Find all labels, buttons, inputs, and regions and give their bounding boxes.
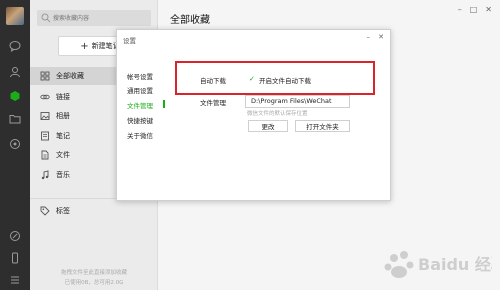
dialog-close-button[interactable]: ✕: [378, 33, 384, 41]
window-controls: – □ ✕: [458, 5, 492, 14]
dialog-title: 设置: [123, 37, 136, 45]
save-path-hint: 微信文件的默认保存位置: [247, 111, 308, 117]
note-icon: [40, 131, 50, 141]
save-path-field[interactable]: D:\Program Files\WeChat: [245, 95, 350, 108]
menu-icon[interactable]: [0, 272, 30, 288]
storage-info: 拖拽文件至此直接添加收藏 已使用0B，总可用2.0G: [30, 268, 158, 288]
category-label: 文件: [56, 151, 70, 159]
files-icon[interactable]: [0, 111, 30, 127]
change-button[interactable]: 更改: [248, 120, 288, 132]
dialog-minimize-button[interactable]: –: [367, 33, 371, 41]
page-title: 全部收藏: [170, 15, 210, 26]
watermark-text: Baidu 经验: [418, 255, 492, 274]
category-label: 链接: [56, 93, 70, 101]
category-tags[interactable]: 标签: [30, 202, 158, 220]
chat-icon[interactable]: [0, 38, 30, 54]
category-label: 相册: [56, 112, 70, 120]
image-icon: [40, 111, 50, 121]
grid-icon: [40, 71, 50, 81]
tag-icon: [40, 206, 50, 216]
mini-programs-icon[interactable]: [0, 136, 30, 152]
search-box[interactable]: [37, 10, 151, 26]
minimize-button[interactable]: –: [458, 5, 462, 14]
nav-about[interactable]: 关于微信: [127, 130, 153, 140]
nav-general-settings[interactable]: 通用设置: [127, 85, 153, 95]
avatar[interactable]: [6, 7, 24, 25]
close-button[interactable]: ✕: [485, 5, 492, 14]
annotation-highlight-box: [175, 61, 375, 95]
open-folder-button[interactable]: 打开文件夹: [295, 120, 350, 132]
maximize-button[interactable]: □: [470, 5, 478, 14]
contacts-icon[interactable]: [0, 64, 30, 80]
baidu-jingyan-watermark: Baidu 经验: [380, 246, 500, 286]
active-nav-indicator: [163, 100, 165, 108]
category-label: 标签: [56, 207, 70, 215]
file-icon: [40, 150, 50, 160]
nav-rail: [0, 0, 30, 290]
nav-file-management[interactable]: 文件管理: [127, 100, 153, 110]
search-icon: [41, 13, 51, 23]
file-management-label: 文件管理: [200, 99, 226, 107]
music-icon: [40, 170, 50, 180]
phone-icon[interactable]: [0, 250, 30, 266]
category-label: 笔记: [56, 132, 70, 140]
category-label: 全部收藏: [56, 72, 84, 80]
search-input[interactable]: [53, 10, 149, 26]
plus-icon: +: [80, 40, 89, 52]
category-label: 音乐: [56, 171, 70, 179]
storage-usage: 已使用0B，总可用2.0G: [64, 280, 124, 286]
favorites-icon[interactable]: [0, 88, 30, 104]
nav-account-settings[interactable]: 帐号设置: [127, 71, 153, 81]
link-icon: [40, 92, 50, 102]
moments-icon[interactable]: [0, 228, 30, 244]
drag-hint: 拖拽文件至此直接添加收藏: [60, 270, 127, 276]
nav-shortcuts[interactable]: 快捷按键: [127, 115, 153, 125]
